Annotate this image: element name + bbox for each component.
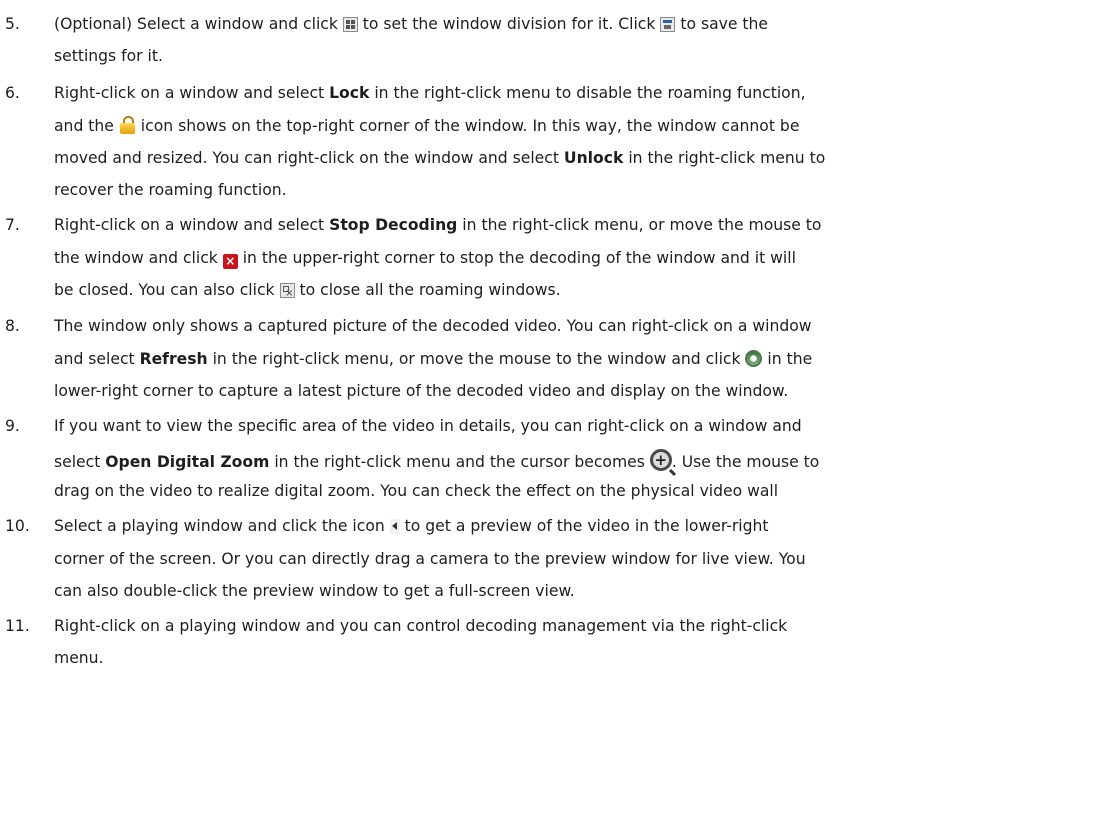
list-item-number: 11. <box>5 617 30 635</box>
document-page: 5. (Optional) Select a window and click … <box>0 0 1120 825</box>
save-icon <box>660 17 676 32</box>
list-item-number: 6. <box>5 84 20 102</box>
text-line: (Optional) Select a window and click to … <box>54 15 768 33</box>
text-line: moved and resized. You can right-click o… <box>54 149 826 167</box>
text-line: be closed. You can also click to close a… <box>54 280 561 300</box>
list-item-number: 8. <box>5 317 20 335</box>
text-line: Right-click on a playing window and you … <box>54 617 788 635</box>
text-line: the window and click × in the upper-righ… <box>54 249 796 269</box>
refresh-icon <box>745 350 763 367</box>
bold-term: Open Digital Zoom <box>105 453 270 471</box>
list-item-number: 9. <box>5 417 20 435</box>
digital-zoom-cursor-icon <box>649 449 672 471</box>
stop-decoding-icon: × <box>222 254 238 269</box>
text-line: menu. <box>54 649 104 667</box>
text-line: Right-click on a window and select Lock … <box>54 84 806 102</box>
text-line: and the icon shows on the top-right corn… <box>54 116 800 135</box>
bold-term: Lock <box>329 84 370 102</box>
text-line: lower-right corner to capture a latest p… <box>54 382 789 400</box>
text-line: recover the roaming function. <box>54 181 287 199</box>
text-line: corner of the screen. Or you can directl… <box>54 550 806 568</box>
text-line: If you want to view the specific area of… <box>54 417 802 435</box>
list-item-number: 10. <box>5 517 30 535</box>
text-line: and select Refresh in the right-click me… <box>54 350 813 368</box>
bold-term: Refresh <box>139 350 208 368</box>
window-division-icon <box>342 17 358 32</box>
preview-arrow-icon <box>389 519 400 534</box>
bold-term: Stop Decoding <box>329 216 458 234</box>
text-line: can also double-click the preview window… <box>54 582 575 600</box>
list-item-number: 5. <box>5 15 20 33</box>
lock-icon <box>119 116 136 134</box>
text-line: Right-click on a window and select Stop … <box>54 216 822 234</box>
bold-term: Unlock <box>563 149 624 167</box>
text-line: select Open Digital Zoom in the right-cl… <box>54 449 819 472</box>
text-line: drag on the video to realize digital zoo… <box>54 482 779 500</box>
text-line: The window only shows a captured picture… <box>54 317 812 335</box>
list-item-number: 7. <box>5 216 20 234</box>
text-line: Select a playing window and click the ic… <box>54 517 769 535</box>
close-all-windows-icon <box>279 283 295 299</box>
text-line: settings for it. <box>54 47 163 65</box>
